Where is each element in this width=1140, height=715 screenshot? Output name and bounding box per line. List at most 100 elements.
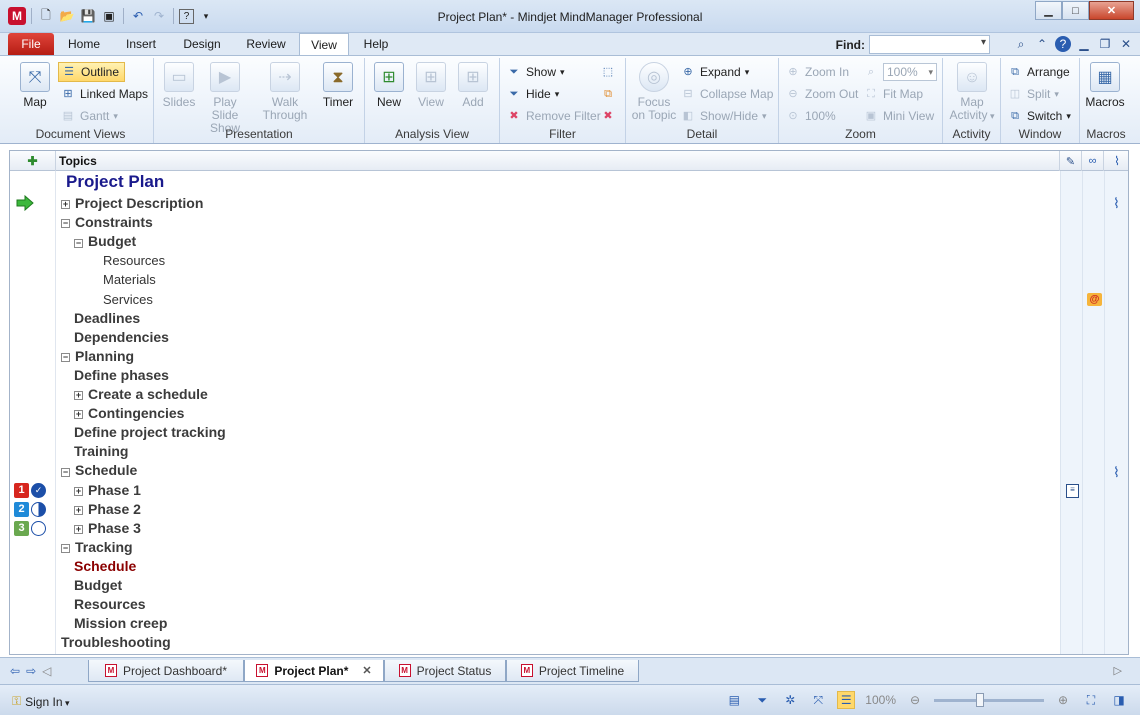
timer-button[interactable]: ⧗ Timer <box>315 62 361 109</box>
expand-toggle-icon[interactable]: + <box>74 505 83 515</box>
focus-on-topic-button[interactable]: ◎ Focus on Topic <box>628 62 680 122</box>
zoom-out-button[interactable]: ⊖ Zoom Out <box>785 84 858 104</box>
topic-row[interactable]: Training <box>56 442 128 461</box>
topic-row[interactable]: − Budget <box>56 232 136 251</box>
clear-selection-icon-button[interactable]: ✖ <box>600 106 616 126</box>
panel-toggle-icon[interactable]: ◨ <box>1110 691 1128 709</box>
collapse-toggle-icon[interactable]: − <box>61 544 70 554</box>
macros-button[interactable]: ▦ Macros <box>1082 62 1128 109</box>
topic-row[interactable]: + Phase 1 <box>56 481 141 500</box>
linked-maps-button[interactable]: ⊞ Linked Maps <box>60 84 148 104</box>
tab-help[interactable]: Help <box>356 33 396 55</box>
minimize-button[interactable]: ▁ <box>1035 1 1062 20</box>
prev-document-icon[interactable]: ⇦ <box>10 664 20 678</box>
zoom-slider[interactable] <box>934 692 1044 707</box>
tab-review[interactable]: Review <box>240 33 292 55</box>
note-icon[interactable]: ≡ <box>1066 484 1079 498</box>
gantt-button[interactable]: ▤ Gantt <box>60 106 118 126</box>
topic-row[interactable]: + Phase 2 <box>56 500 141 519</box>
fit-map-status-icon[interactable]: ⛶ <box>1082 691 1100 709</box>
maximize-button[interactable]: □ <box>1062 1 1089 20</box>
tab-design[interactable]: Design <box>174 33 230 55</box>
show-hide-button[interactable]: ◧ Show/Hide <box>680 106 767 126</box>
hide-filter-button[interactable]: ⏷ Hide <box>506 84 559 104</box>
next-document-icon[interactable]: ⇨ <box>26 664 36 678</box>
walk-through-button[interactable]: ⇢ Walk Through <box>262 62 308 122</box>
view-analysis-button[interactable]: ⊞ View <box>408 62 454 109</box>
zoom-in-button[interactable]: ⊕ Zoom In <box>785 62 849 82</box>
doc-tab-project-plan[interactable]: M Project Plan* ✕ <box>244 660 384 682</box>
collapse-toggle-icon[interactable]: − <box>61 467 70 477</box>
topic-row[interactable]: Project Plan <box>56 172 164 191</box>
topic-row[interactable]: − Constraints <box>56 213 153 232</box>
expand-toggle-icon[interactable]: + <box>74 525 83 535</box>
attachments-column-header[interactable]: ⌇ <box>1104 151 1128 171</box>
split-button[interactable]: ◫ Split <box>1007 84 1059 104</box>
zoom-level-select[interactable]: 100% <box>883 63 937 81</box>
slides-button[interactable]: ▭ Slides <box>156 62 202 109</box>
topic-row[interactable]: − Schedule <box>56 461 137 480</box>
zoom-out-status-icon[interactable]: ⊖ <box>906 691 924 709</box>
tab-home[interactable]: Home <box>60 33 108 55</box>
topic-row[interactable]: Materials <box>56 270 156 289</box>
select-topics-icon-button[interactable]: ⬚ <box>600 62 616 82</box>
doc-restore-icon[interactable]: ❐ <box>1097 36 1113 52</box>
page-icon[interactable]: ▤ <box>725 691 743 709</box>
topic-row[interactable]: + Contingencies <box>56 404 184 423</box>
topic-row[interactable]: Define phases <box>56 366 169 385</box>
map-activity-button[interactable]: ☺ Map Activity <box>947 62 997 123</box>
email-link-icon[interactable]: @ <box>1087 293 1102 306</box>
arrange-button[interactable]: ⧉ Arrange <box>1007 62 1070 82</box>
sign-in-button[interactable]: ⚿ Sign In <box>12 694 70 709</box>
expand-toggle-icon[interactable]: + <box>74 486 83 496</box>
topic-row[interactable]: Services <box>56 290 153 309</box>
topic-row[interactable]: Dependencies <box>56 328 169 347</box>
topic-row[interactable]: Mission creep <box>56 614 167 633</box>
attachment-icon[interactable]: ⌇ <box>1113 464 1120 481</box>
topic-row[interactable]: Troubleshooting <box>56 633 171 652</box>
scroll-tabs-right-icon[interactable]: ▷ <box>1114 664 1122 677</box>
show-filter-button[interactable]: ⏷ Show <box>506 62 565 82</box>
topic-row[interactable]: − Planning <box>56 347 134 366</box>
doc-close-icon[interactable]: ✕ <box>1118 36 1134 52</box>
tab-insert[interactable]: Insert <box>118 33 164 55</box>
doc-minimize-icon[interactable]: ▁ <box>1076 36 1092 52</box>
expand-toggle-icon[interactable]: + <box>74 391 83 401</box>
close-tab-icon[interactable]: ✕ <box>362 664 371 677</box>
doc-tab-project-status[interactable]: M Project Status <box>384 660 506 682</box>
minimize-ribbon-icon[interactable]: ⌃ <box>1034 36 1050 52</box>
doc-tab-project-timeline[interactable]: M Project Timeline <box>506 660 639 682</box>
links-column-header[interactable]: ∞ <box>1082 151 1104 171</box>
add-analysis-button[interactable]: ⊞ Add <box>450 62 496 109</box>
expand-toggle-icon[interactable]: + <box>61 200 70 210</box>
topic-row[interactable]: + Create a schedule <box>56 385 208 404</box>
collapse-toggle-icon[interactable]: − <box>61 219 70 229</box>
topic-row[interactable]: + Project Description <box>56 194 203 213</box>
collapse-toggle-icon[interactable]: − <box>74 238 83 248</box>
mini-view-button[interactable]: ▣ Mini View <box>863 106 934 126</box>
expand-button[interactable]: ⊕ Expand <box>680 62 749 82</box>
topics-column-header[interactable]: Topics <box>56 151 1060 171</box>
add-topic-header-button[interactable]: ✚ <box>10 151 56 171</box>
map-view-button[interactable]: ⤧ Map <box>12 62 58 109</box>
help-circle-icon[interactable]: ? <box>1055 36 1071 52</box>
switch-button[interactable]: ⧉ Switch <box>1007 106 1071 126</box>
tab-view[interactable]: View <box>299 33 349 56</box>
topic-row[interactable]: − Tracking <box>56 538 133 557</box>
play-slide-show-button[interactable]: ▶ Play Slide Show <box>202 62 248 135</box>
branch-icon[interactable]: ✲ <box>781 691 799 709</box>
topic-row[interactable]: Deadlines <box>56 309 140 328</box>
topic-row[interactable]: Define project tracking <box>56 423 226 442</box>
related-topics-icon-button[interactable]: ⧉ <box>600 84 616 104</box>
find-input[interactable] <box>869 35 990 54</box>
zoom-slider-knob[interactable] <box>976 692 984 707</box>
expand-toggle-icon[interactable]: + <box>74 410 83 420</box>
topic-row[interactable]: Budget <box>56 576 122 595</box>
outline-view-button[interactable]: ☰ Outline <box>58 62 126 82</box>
close-button[interactable]: ✕ <box>1089 1 1134 20</box>
tab-file[interactable]: File <box>8 33 54 55</box>
outline-view-status-icon[interactable]: ☰ <box>837 691 856 709</box>
topic-row[interactable]: Resources <box>56 251 165 270</box>
notes-column-header[interactable]: ✎ <box>1060 151 1082 171</box>
topic-row[interactable]: Schedule <box>56 557 136 576</box>
